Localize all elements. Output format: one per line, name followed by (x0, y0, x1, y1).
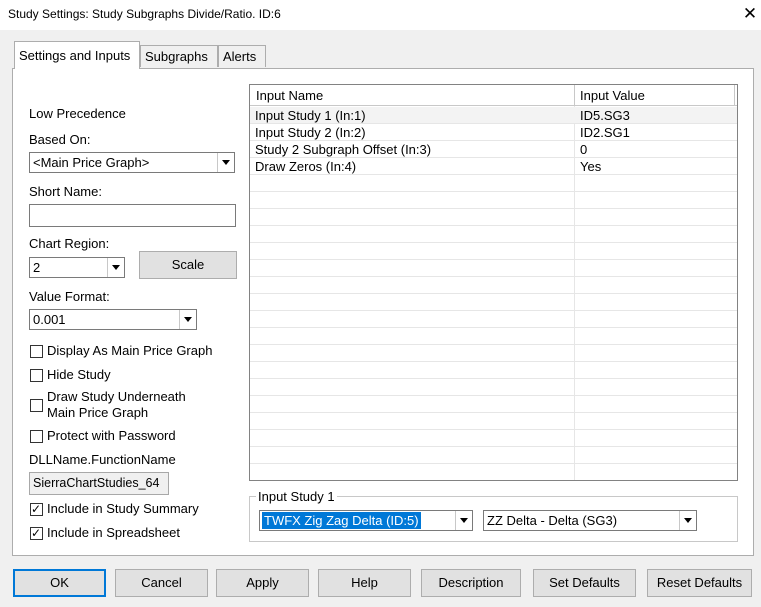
input-value-cell: 0 (580, 142, 588, 157)
based-on-value: <Main Price Graph> (33, 155, 150, 170)
help-button[interactable]: Help (318, 569, 411, 597)
based-on-label: Based On: (29, 132, 91, 147)
input-value-cell: ID2.SG1 (580, 125, 630, 140)
empty-row (250, 294, 737, 311)
dll-function-label: DLLName.FunctionName (29, 452, 176, 467)
value-format-label: Value Format: (29, 289, 110, 304)
empty-row (250, 192, 737, 209)
ok-button[interactable]: OK (13, 569, 106, 597)
protect-with-password-label: Protect with Password (47, 428, 176, 443)
empty-row (250, 379, 737, 396)
window-title: Study Settings: Study Subgraphs Divide/R… (8, 7, 281, 21)
empty-row (250, 396, 737, 413)
input-editor-title: Input Study 1 (256, 489, 337, 504)
include-in-spreadsheet-label: Include in Spreadsheet (47, 525, 180, 540)
empty-row (250, 362, 737, 379)
input-value-cell: Yes (580, 159, 602, 174)
value-format-value: 0.001 (33, 312, 66, 327)
input-subgraph-select[interactable]: ZZ Delta - Delta (SG3) (483, 510, 697, 531)
input-subgraph-value: ZZ Delta - Delta (SG3) (487, 513, 618, 528)
empty-row (250, 328, 737, 345)
empty-row (250, 226, 737, 243)
close-icon[interactable]: ✕ (740, 4, 760, 24)
checkmark-icon: ✓ (31, 502, 42, 516)
input-name-cell: Input Study 2 (In:2) (255, 125, 366, 140)
column-header-input-value[interactable]: Input Value (580, 88, 645, 103)
set-defaults-button[interactable]: Set Defaults (533, 569, 636, 597)
short-name-label: Short Name: (29, 184, 102, 199)
include-in-spreadsheet-checkbox[interactable]: ✓ (30, 526, 43, 540)
description-button[interactable]: Description (421, 569, 521, 597)
empty-row (250, 277, 737, 294)
column-header-input-name[interactable]: Input Name (256, 88, 323, 103)
tab-label: Settings and Inputs (19, 48, 131, 63)
protect-with-password-checkbox[interactable] (30, 430, 43, 443)
tab-alerts[interactable]: Alerts (218, 45, 266, 67)
input-study-value: TWFX Zig Zag Delta (ID:5) (262, 512, 421, 529)
tab-label: Subgraphs (145, 49, 208, 64)
table-row[interactable]: Input Study 1 (In:1) ID5.SG3 (250, 107, 737, 124)
apply-button[interactable]: Apply (216, 569, 309, 597)
empty-row (250, 311, 737, 328)
draw-study-underneath-label-line2: Main Price Graph (47, 405, 149, 420)
empty-row (250, 260, 737, 277)
include-in-study-summary-checkbox[interactable]: ✓ (30, 502, 43, 516)
input-value-cell: ID5.SG3 (580, 108, 630, 123)
input-name-cell: Input Study 1 (In:1) (255, 108, 366, 123)
draw-study-underneath-checkbox[interactable] (30, 399, 43, 412)
empty-row (250, 413, 737, 430)
dll-function-field: SierraChartStudies_64 (29, 472, 169, 495)
chevron-down-icon[interactable] (179, 310, 196, 329)
table-row[interactable]: Draw Zeros (In:4) Yes (250, 158, 737, 175)
dll-function-value: SierraChartStudies_64 (33, 476, 160, 490)
chevron-down-icon[interactable] (217, 153, 234, 172)
chevron-down-icon[interactable] (455, 511, 472, 530)
hide-study-checkbox[interactable] (30, 369, 43, 382)
chevron-down-icon[interactable] (107, 258, 124, 277)
empty-row (250, 175, 737, 192)
precedence-label: Low Precedence (29, 106, 126, 121)
empty-row (250, 447, 737, 464)
reset-defaults-button[interactable]: Reset Defaults (647, 569, 752, 597)
scale-button[interactable]: Scale (139, 251, 237, 279)
input-name-cell: Study 2 Subgraph Offset (In:3) (255, 142, 432, 157)
checkmark-icon: ✓ (31, 526, 42, 540)
grid-header: Input Name Input Value (250, 85, 737, 106)
value-format-select[interactable]: 0.001 (29, 309, 197, 330)
empty-row (250, 430, 737, 447)
cancel-button[interactable]: Cancel (115, 569, 208, 597)
input-study-select[interactable]: TWFX Zig Zag Delta (ID:5) (259, 510, 473, 531)
tab-settings-and-inputs[interactable]: Settings and Inputs (14, 41, 140, 69)
chart-region-value: 2 (33, 260, 41, 275)
table-row[interactable]: Study 2 Subgraph Offset (In:3) 0 (250, 141, 737, 158)
draw-study-underneath-label: Draw Study Underneath (47, 389, 186, 404)
empty-row (250, 345, 737, 362)
empty-row (250, 243, 737, 260)
inputs-grid[interactable]: Input Name Input Value Input Study 1 (In… (249, 84, 738, 481)
chart-region-label: Chart Region: (29, 236, 110, 251)
input-name-cell: Draw Zeros (In:4) (255, 159, 357, 174)
empty-row (250, 209, 737, 226)
hide-study-label: Hide Study (47, 367, 111, 382)
include-in-study-summary-label: Include in Study Summary (47, 501, 199, 516)
tab-subgraphs[interactable]: Subgraphs (140, 45, 218, 67)
display-as-main-price-graph-checkbox[interactable] (30, 345, 43, 358)
based-on-select[interactable]: <Main Price Graph> (29, 152, 235, 173)
chevron-down-icon[interactable] (679, 511, 696, 530)
tab-label: Alerts (223, 49, 257, 64)
table-row[interactable]: Input Study 2 (In:2) ID2.SG1 (250, 124, 737, 141)
display-as-main-price-graph-label: Display As Main Price Graph (47, 343, 213, 358)
chart-region-select[interactable]: 2 (29, 257, 125, 278)
short-name-input[interactable] (29, 204, 236, 227)
